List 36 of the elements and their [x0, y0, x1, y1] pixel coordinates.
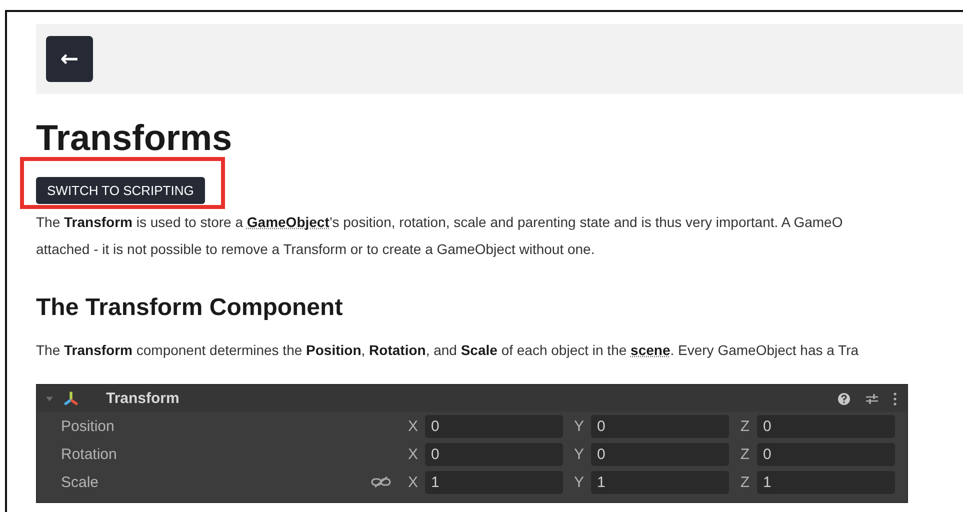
number-field[interactable]: 1	[425, 470, 563, 494]
back-button[interactable]: ←	[46, 36, 93, 82]
help-icon[interactable]	[837, 392, 851, 406]
intro-paragraph: The Transform is used to store a GameObject’s position, rotation, scale and parenting state and is thus very important. A GameO	[36, 213, 844, 232]
axis-label: X	[406, 474, 419, 490]
chain-link-icon[interactable]	[371, 476, 391, 488]
link[interactable]: scene	[630, 342, 670, 358]
axis-label: X	[406, 446, 419, 462]
transform-axes-icon	[62, 390, 80, 408]
number-field[interactable]: 0	[425, 414, 563, 438]
more-menu-icon[interactable]	[893, 392, 897, 406]
axis-label: Y	[572, 418, 585, 434]
page-title: Transforms	[36, 116, 234, 160]
number-field[interactable]: 1	[757, 470, 895, 494]
number-field[interactable]: 0	[757, 414, 895, 438]
axis-label: Z	[739, 446, 751, 462]
property-label: Rotation	[61, 446, 118, 462]
number-field[interactable]: 0	[591, 442, 729, 466]
intro-paragraph-line: attached - it is not possible to remove a Transform or to create a GameObject without one.	[36, 240, 596, 259]
switch-to-scripting-button[interactable]: SWITCH TO SCRIPTING	[36, 177, 205, 204]
number-field[interactable]: 0	[425, 442, 563, 466]
link[interactable]: GameObject	[246, 214, 330, 230]
property-label: Scale	[61, 474, 100, 490]
axis-label: Y	[572, 474, 585, 490]
section-paragraph: The Transform component determines the Position, Rotation, and Scale of each object in the scene. Every GameObject has a Tra	[36, 341, 860, 360]
property-label: Position	[61, 418, 116, 434]
axis-label: Z	[739, 474, 751, 490]
axis-label: Z	[739, 418, 751, 434]
number-field[interactable]: 0	[591, 414, 729, 438]
number-field[interactable]: 1	[591, 470, 729, 494]
sliders-icon[interactable]	[865, 392, 879, 406]
axis-label: X	[406, 418, 419, 434]
number-field[interactable]: 0	[757, 442, 895, 466]
section-heading: The Transform Component	[36, 293, 344, 323]
axis-label: Y	[572, 446, 585, 462]
component-title: Transform	[106, 390, 180, 407]
